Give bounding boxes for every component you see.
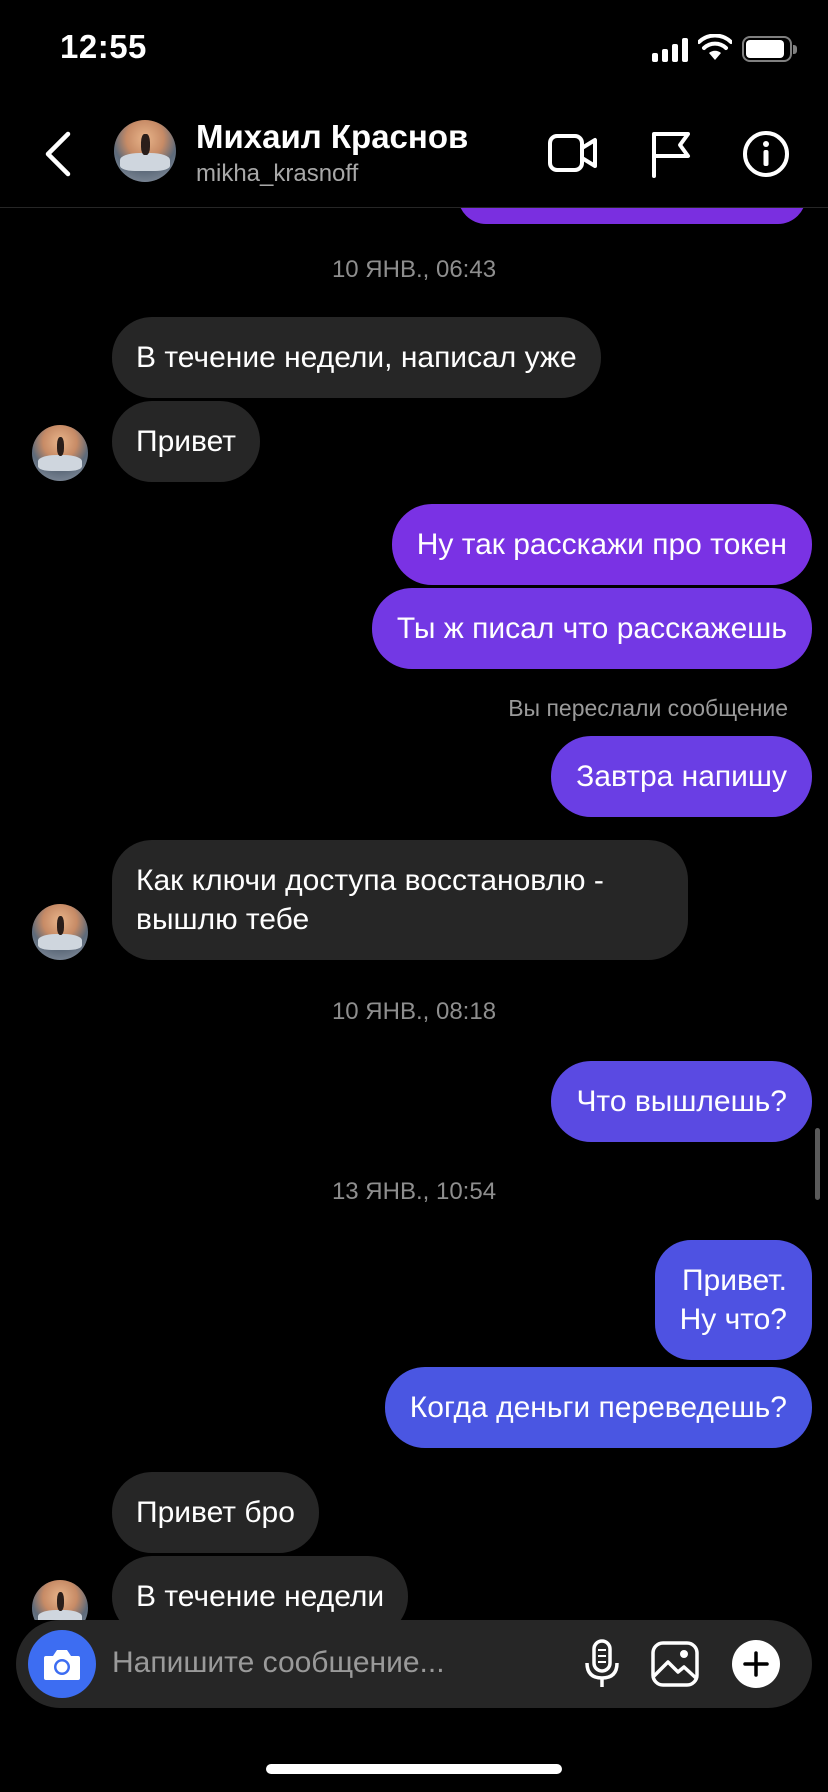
wifi-icon <box>698 34 732 60</box>
sender-avatar[interactable] <box>32 425 88 481</box>
status-bar: 12:55 <box>0 0 828 100</box>
timestamp: 10 ЯНВ., 08:18 <box>331 998 497 1025</box>
message-bubble-incoming[interactable]: В течение недели <box>112 1556 409 1620</box>
message-bubble-incoming[interactable]: Как ключи доступа восстановлю - вышлю те… <box>112 840 688 960</box>
timestamp: 10 ЯНВ., 06:43 <box>331 256 497 283</box>
message-bubble-incoming[interactable]: Привет <box>112 401 261 482</box>
info-icon[interactable] <box>742 130 790 178</box>
status-time: 12:55 <box>60 28 147 65</box>
message-bubble-outgoing[interactable]: Завтра напишу <box>551 736 812 817</box>
cellular-signal-icon <box>652 38 688 62</box>
contact-name[interactable]: Михаил Краснов <box>196 118 468 156</box>
message-composer: Напишите сообщение... <box>16 1620 812 1708</box>
message-bubble-incoming[interactable]: В течение недели, написал уже <box>112 317 601 398</box>
microphone-icon[interactable] <box>582 1638 622 1690</box>
battery-icon <box>742 36 797 62</box>
timestamp: 13 ЯНВ., 10:54 <box>331 1178 497 1205</box>
gallery-icon[interactable] <box>650 1640 700 1688</box>
flag-icon[interactable] <box>650 130 692 178</box>
sender-avatar[interactable] <box>32 904 88 960</box>
message-bubble-outgoing[interactable]: Привет. Ну что? <box>654 1240 812 1360</box>
back-icon[interactable] <box>38 128 78 180</box>
chat-header: Михаил Краснов mikha_krasnoff <box>0 100 828 208</box>
message-bubble-incoming[interactable]: Привет бро <box>112 1472 319 1553</box>
video-call-icon[interactable] <box>548 130 598 176</box>
sender-avatar[interactable] <box>32 1580 88 1620</box>
camera-icon <box>44 1650 80 1680</box>
message-input[interactable]: Напишите сообщение... <box>112 1646 445 1680</box>
message-thread[interactable]: 10 ЯНВ., 06:43 В течение недели, написал… <box>0 208 828 1620</box>
contact-username[interactable]: mikha_krasnoff <box>196 160 358 188</box>
message-bubble-outgoing[interactable]: Что вышлешь? <box>551 1061 812 1142</box>
scrollbar[interactable] <box>815 1128 820 1200</box>
message-bubble-outgoing[interactable]: Ну так расскажи про токен <box>391 504 812 585</box>
add-attachment-button[interactable] <box>732 1640 780 1688</box>
plus-icon <box>743 1651 769 1677</box>
contact-avatar[interactable] <box>114 120 176 182</box>
forwarded-message-note: Вы переслали сообщение <box>508 695 788 721</box>
home-indicator[interactable] <box>266 1764 562 1774</box>
message-bubble-outgoing[interactable]: Когда деньги переведешь? <box>384 1367 812 1448</box>
message-bubble-outgoing[interactable]: Ты ж писал что расскажешь <box>371 588 812 669</box>
message-bubble-partial[interactable] <box>458 208 806 224</box>
camera-button[interactable] <box>28 1630 96 1698</box>
